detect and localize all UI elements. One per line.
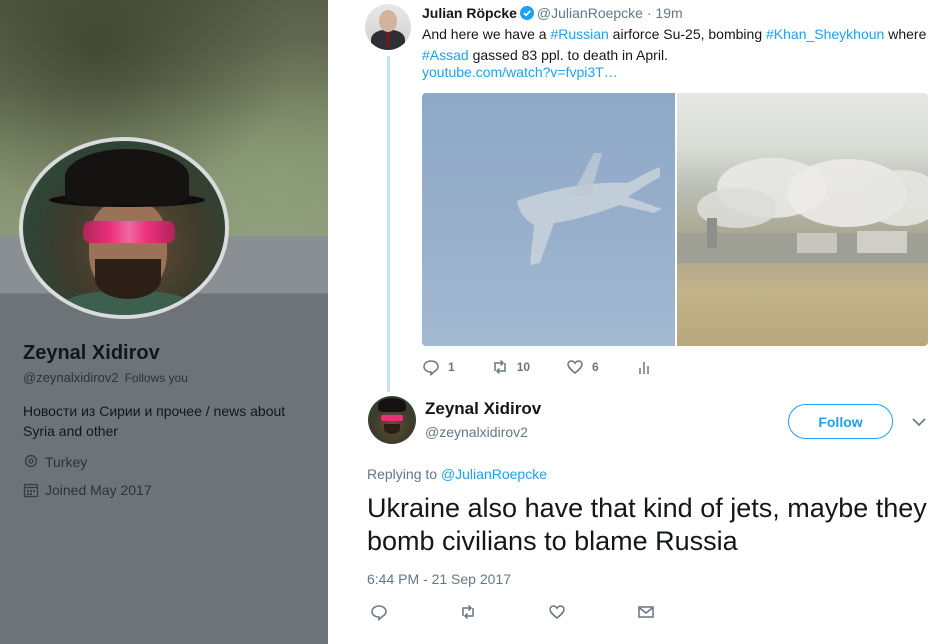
retweet-action[interactable]: 10 xyxy=(491,358,530,376)
profile-location: Turkey xyxy=(23,454,87,470)
profile-joined-text: Joined May 2017 xyxy=(45,482,152,498)
text-segment: where xyxy=(884,26,927,42)
profile-avatar[interactable] xyxy=(19,137,229,319)
retweet-count: 10 xyxy=(516,360,531,374)
reply-action[interactable]: 1 xyxy=(422,358,455,376)
quoted-tweet-time[interactable]: 19m xyxy=(655,5,682,21)
heart-icon xyxy=(549,605,565,619)
hashtag-link[interactable]: #Khan_Sheykhoun xyxy=(766,26,884,42)
reply-tweet-text: Ukraine also have that kind of jets, may… xyxy=(367,493,927,556)
retweet-icon xyxy=(462,604,474,620)
retweet-icon xyxy=(493,359,506,375)
reply-author-name[interactable]: Zeynal Xidirov xyxy=(425,399,541,419)
like-count: 6 xyxy=(592,360,599,374)
replying-to: Replying to @JulianRoepcke xyxy=(367,466,547,482)
quoted-tweet-actions: 1 10 6 xyxy=(422,358,697,376)
reply-tweet-actions xyxy=(370,603,726,621)
profile-name[interactable]: Zeynal Xidirov xyxy=(23,342,160,365)
replying-to-mention[interactable]: @JulianRoepcke xyxy=(441,466,547,482)
reply-author-handle[interactable]: @zeynalxidirov2 xyxy=(425,424,528,440)
follows-you-badge: Follows you xyxy=(124,371,188,385)
profile-handle[interactable]: @zeynalxidirov2 xyxy=(23,370,119,385)
media-smoke-photo[interactable] xyxy=(677,93,928,346)
profile-handle-row: @zeynalxidirov2 Follows you xyxy=(23,370,188,385)
thread-connector-line xyxy=(387,56,390,392)
retweet-action[interactable] xyxy=(459,603,485,621)
reply-action[interactable] xyxy=(370,603,396,621)
follow-button[interactable]: Follow xyxy=(788,404,893,439)
like-action[interactable]: 6 xyxy=(566,358,599,376)
direct-message-action[interactable] xyxy=(637,603,663,621)
media-jet-photo[interactable] xyxy=(422,93,675,346)
reply-icon xyxy=(371,605,387,621)
tweet-thread: Julian Röpcke @JulianRoepcke · 19m And he… xyxy=(328,0,946,644)
text-segment: airforce Su-25, bombing xyxy=(608,26,766,42)
quoted-tweet-text: And here we have a #Russian airforce Su-… xyxy=(422,24,937,66)
location-pin-icon xyxy=(23,454,39,470)
profile-bio: Новости из Сирии и прочее / news about S… xyxy=(23,403,286,439)
reply-count: 1 xyxy=(448,360,455,374)
heart-icon xyxy=(567,360,583,374)
quoted-author-handle[interactable]: @JulianRoepcke xyxy=(537,5,643,21)
quoted-tweet-header: Julian Röpcke @JulianRoepcke · 19m xyxy=(422,4,683,22)
hashtag-link[interactable]: #Assad xyxy=(422,47,469,63)
text-segment: gassed 83 ppl. to death in April. xyxy=(468,47,668,63)
like-action[interactable] xyxy=(548,603,574,621)
tweet-media[interactable] xyxy=(422,93,928,346)
calendar-icon xyxy=(23,482,39,498)
profile-card: Zeynal Xidirov @zeynalxidirov2 Follows yo… xyxy=(0,0,328,644)
reply-icon xyxy=(423,360,439,376)
profile-joined: Joined May 2017 xyxy=(23,482,152,498)
verified-badge-icon xyxy=(519,6,534,20)
header-separator: · xyxy=(646,5,652,21)
reply-timestamp[interactable]: 6:44 PM - 21 Sep 2017 xyxy=(367,571,511,587)
quoted-author-avatar[interactable] xyxy=(365,4,411,50)
profile-location-text: Turkey xyxy=(45,454,88,470)
chevron-down-icon[interactable] xyxy=(910,413,928,431)
analytics-icon xyxy=(638,362,649,374)
hashtag-link[interactable]: #Russian xyxy=(550,26,608,42)
replying-to-label: Replying to xyxy=(367,466,441,482)
reply-author-avatar[interactable] xyxy=(368,396,416,444)
envelope-icon xyxy=(638,606,654,618)
text-segment: And here we have a xyxy=(422,26,551,42)
analytics-action[interactable] xyxy=(635,358,661,376)
youtube-link[interactable]: youtube.com/watch?v=fvpi3T… xyxy=(422,64,618,80)
quoted-author-name[interactable]: Julian Röpcke xyxy=(422,5,517,21)
